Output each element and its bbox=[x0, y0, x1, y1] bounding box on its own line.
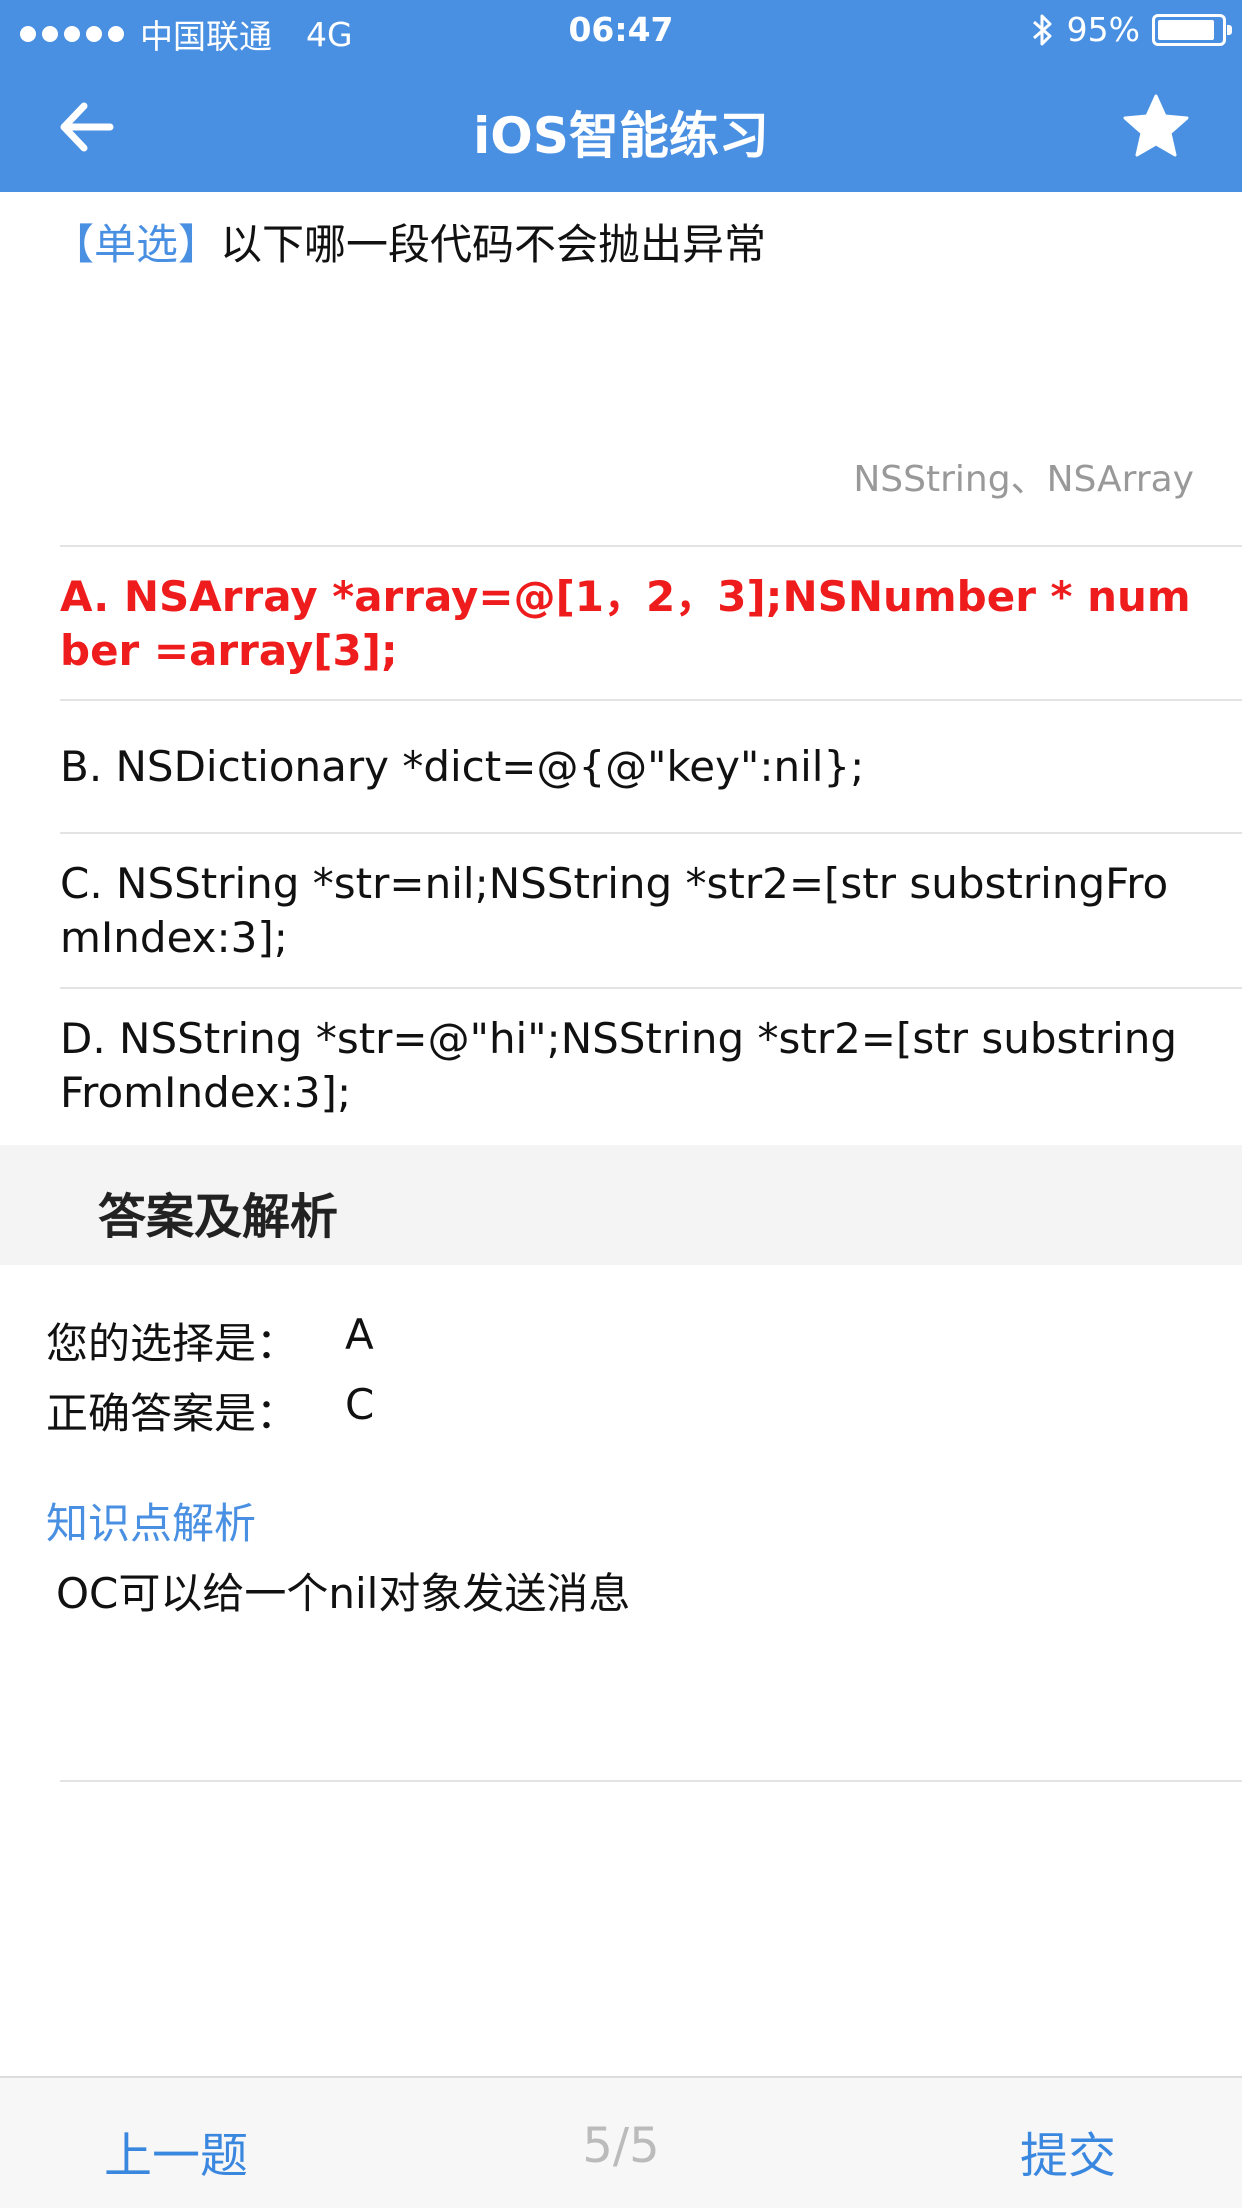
your-choice-label: 您的选择是： bbox=[46, 1319, 299, 1368]
divider bbox=[60, 545, 1242, 547]
correct-answer-label: 正确答案是： bbox=[46, 1389, 299, 1438]
bottom-toolbar: 上一题 5/5 提交 bbox=[0, 2076, 1242, 2208]
answer-section-header: 答案及解析 bbox=[0, 1145, 1242, 1265]
star-icon bbox=[1123, 94, 1189, 157]
option-c[interactable]: C. NSString *str=nil;NSString *str2=[str… bbox=[60, 857, 1200, 965]
bluetooth-icon bbox=[1032, 14, 1052, 45]
option-a[interactable]: A. NSArray *array=@[1，2，3];NSNumber * nu… bbox=[60, 570, 1200, 678]
correct-answer-value: C bbox=[345, 1380, 375, 1429]
question-stem: 以下哪一段代码不会抛出异常 bbox=[220, 220, 767, 269]
divider bbox=[60, 987, 1242, 989]
divider bbox=[60, 1780, 1242, 1782]
knowledge-point-text: OC可以给一个nil对象发送消息 bbox=[56, 1569, 631, 1618]
divider bbox=[60, 832, 1242, 834]
divider bbox=[60, 699, 1242, 701]
your-choice-value: A bbox=[345, 1310, 374, 1359]
question-text: 【单选】以下哪一段代码不会抛出异常 bbox=[52, 215, 1202, 275]
knowledge-point-title: 知识点解析 bbox=[46, 1499, 257, 1548]
option-d[interactable]: D. NSString *str=@"hi";NSString *str2=[s… bbox=[60, 1012, 1200, 1120]
battery-icon bbox=[1152, 13, 1232, 46]
status-bar: 中国联通 4G 06:47 95% bbox=[0, 0, 1242, 62]
question-tags: NSString、NSArray bbox=[853, 459, 1194, 500]
question-type-label: 【单选】 bbox=[52, 220, 221, 269]
status-right: 95% bbox=[1031, 10, 1232, 49]
submit-button[interactable]: 提交 bbox=[1020, 2116, 1116, 2186]
page-title: iOS智能练习 bbox=[473, 107, 769, 165]
battery-percent: 95% bbox=[1066, 10, 1140, 49]
nav-bar: iOS智能练习 bbox=[0, 62, 1242, 192]
favorite-button[interactable] bbox=[1120, 90, 1192, 162]
option-b[interactable]: B. NSDictionary *dict=@{@"key":nil}; bbox=[60, 740, 1200, 794]
answer-section-title: 答案及解析 bbox=[98, 1189, 339, 1245]
